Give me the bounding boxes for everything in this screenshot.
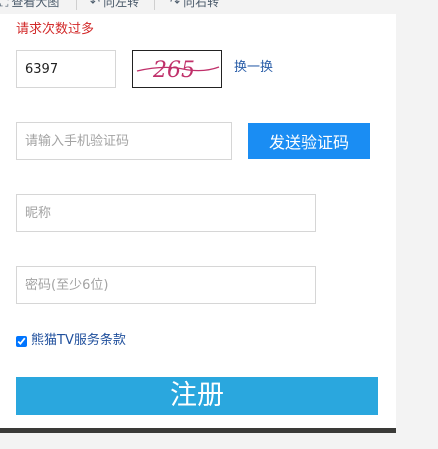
captcha-graphic: 265	[136, 58, 220, 83]
terms-agreement[interactable]: 熊猫TV服务条款	[16, 333, 126, 349]
rotate-right-button[interactable]: ↷ 向右转	[170, 0, 219, 10]
rotate-left-icon: ↶	[90, 0, 101, 9]
nickname-input[interactable]	[16, 194, 316, 232]
captcha-refresh-link[interactable]: 换一换	[234, 59, 273, 77]
sms-code-input[interactable]	[16, 122, 232, 160]
terms-label[interactable]: 熊猫TV服务条款	[31, 333, 126, 349]
rotate-left-button[interactable]: ↶ 向左转	[90, 0, 139, 10]
view-full-button[interactable]: ⛶ 查看大图	[0, 0, 59, 10]
toolbar-divider	[154, 0, 155, 10]
password-input[interactable]	[16, 266, 316, 304]
background-strip	[0, 428, 396, 433]
view-full-label: 查看大图	[11, 0, 60, 9]
image-viewer-toolbar: ⛶ 查看大图 ↶ 向左转 ↷ 向右转	[0, 0, 438, 14]
toolbar-divider	[76, 0, 77, 10]
terms-checkbox[interactable]	[16, 335, 27, 347]
send-code-button[interactable]: 发送验证码	[248, 123, 370, 159]
expand-icon: ⛶	[0, 0, 9, 9]
rotate-right-icon: ↷	[170, 0, 181, 9]
rotate-right-label: 向右转	[183, 0, 220, 9]
register-button[interactable]: 注册	[16, 377, 378, 415]
rotate-left-label: 向左转	[103, 0, 140, 9]
captcha-input[interactable]	[16, 50, 116, 88]
captcha-image[interactable]: 265	[132, 50, 222, 88]
error-message: 请求次数过多	[16, 22, 95, 37]
